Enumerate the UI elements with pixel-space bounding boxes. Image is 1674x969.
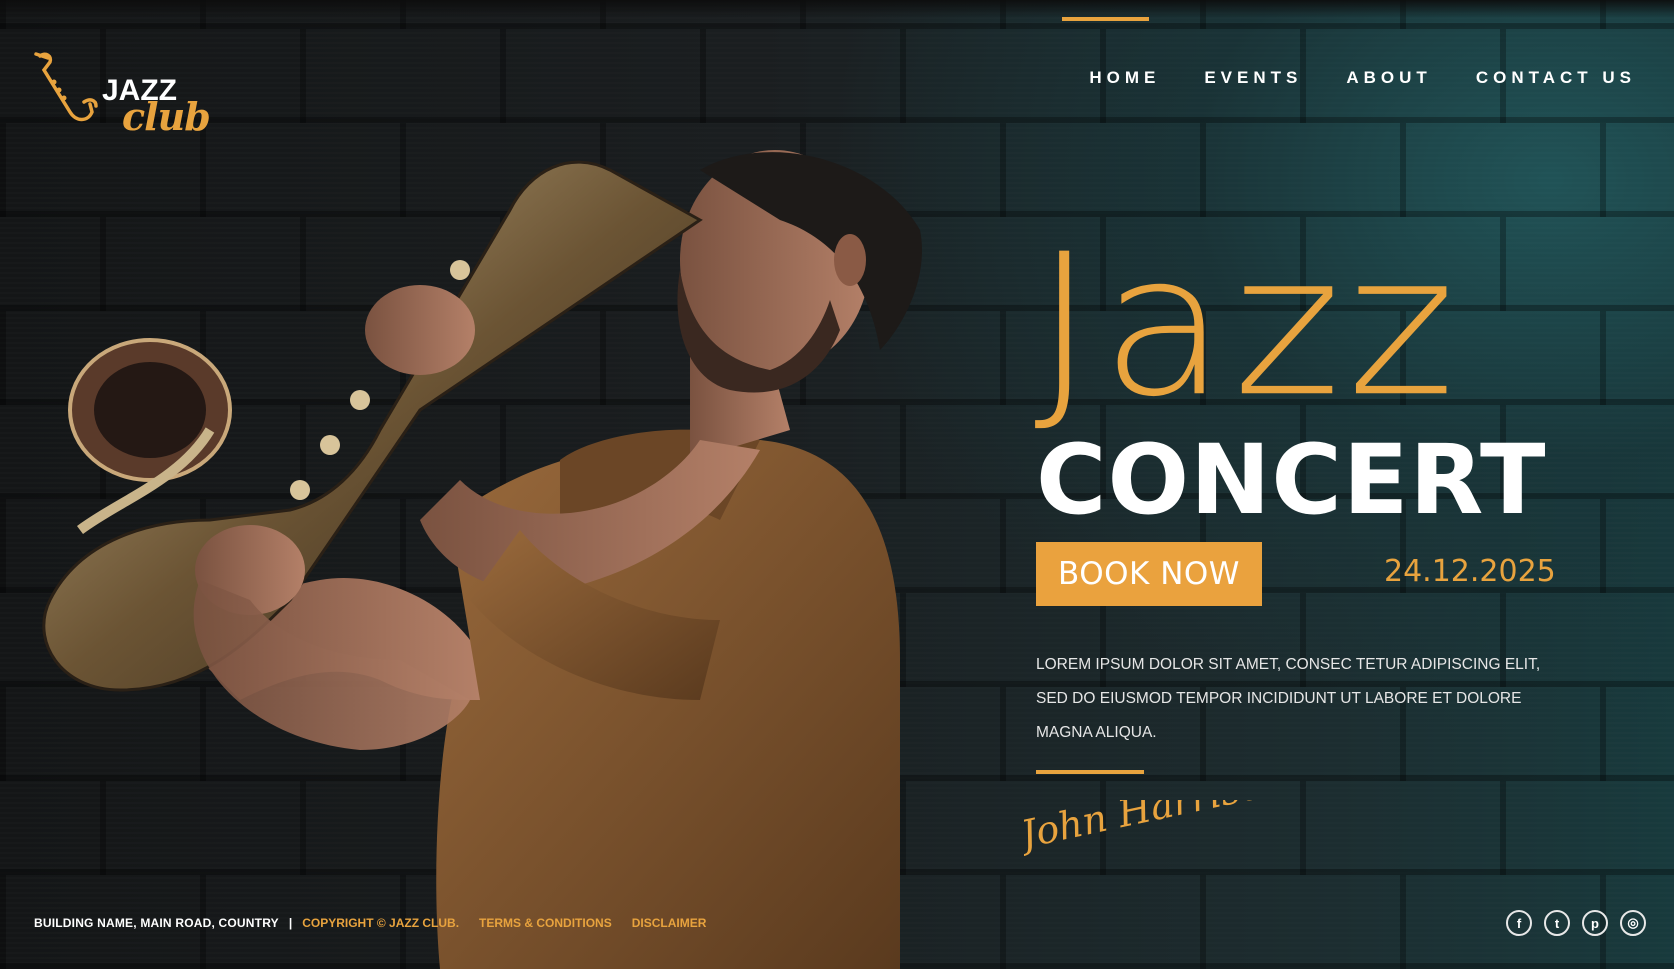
social-links: f t p ◎ [1506, 910, 1646, 936]
facebook-icon[interactable]: f [1506, 910, 1532, 936]
footer-address: BUILDING NAME, MAIN ROAD, COUNTRY [34, 916, 279, 930]
jazz-club-logo[interactable]: JAZZ club [30, 50, 211, 140]
logo-club-text: club [122, 94, 211, 139]
saxophonist-photo [42, 150, 922, 969]
disclaimer-link[interactable]: DISCLAIMER [632, 916, 707, 930]
hero-script-title: Jazz [1034, 211, 1462, 440]
instagram-icon[interactable]: ◎ [1620, 910, 1646, 936]
book-now-button[interactable]: BOOK NOW [1036, 542, 1262, 606]
main-nav: HOME EVENTS ABOUT CONTACT US [1045, 68, 1636, 88]
nav-contact-us[interactable]: CONTACT US [1476, 68, 1636, 88]
signature: John Harrison [1024, 800, 1284, 858]
event-date: 24.12.2025 [1384, 554, 1556, 589]
footer: BUILDING NAME, MAIN ROAD, COUNTRY | COPY… [34, 916, 726, 930]
hero-title: CONCERT [1036, 424, 1547, 536]
signature-text: John Harrison [1024, 800, 1284, 858]
pinterest-icon[interactable]: p [1582, 910, 1608, 936]
hero-banner: JAZZ club HOME EVENTS ABOUT CONTACT US J… [0, 0, 1674, 969]
signature-divider [1036, 770, 1144, 774]
twitter-icon[interactable]: t [1544, 910, 1570, 936]
nav-events[interactable]: EVENTS [1204, 68, 1302, 88]
nav-home[interactable]: HOME [1089, 68, 1160, 88]
footer-copyright: COPYRIGHT © JAZZ CLUB. [302, 916, 460, 930]
saxophone-icon [34, 52, 98, 122]
nav-about[interactable]: ABOUT [1346, 68, 1431, 88]
top-shade [0, 0, 1674, 18]
event-description: LOREM IPSUM DOLOR SIT AMET, CONSEC TETUR… [1036, 656, 1541, 741]
nav-active-indicator [1062, 17, 1149, 21]
footer-separator: | [288, 916, 293, 930]
terms-link[interactable]: TERMS & CONDITIONS [479, 916, 612, 930]
